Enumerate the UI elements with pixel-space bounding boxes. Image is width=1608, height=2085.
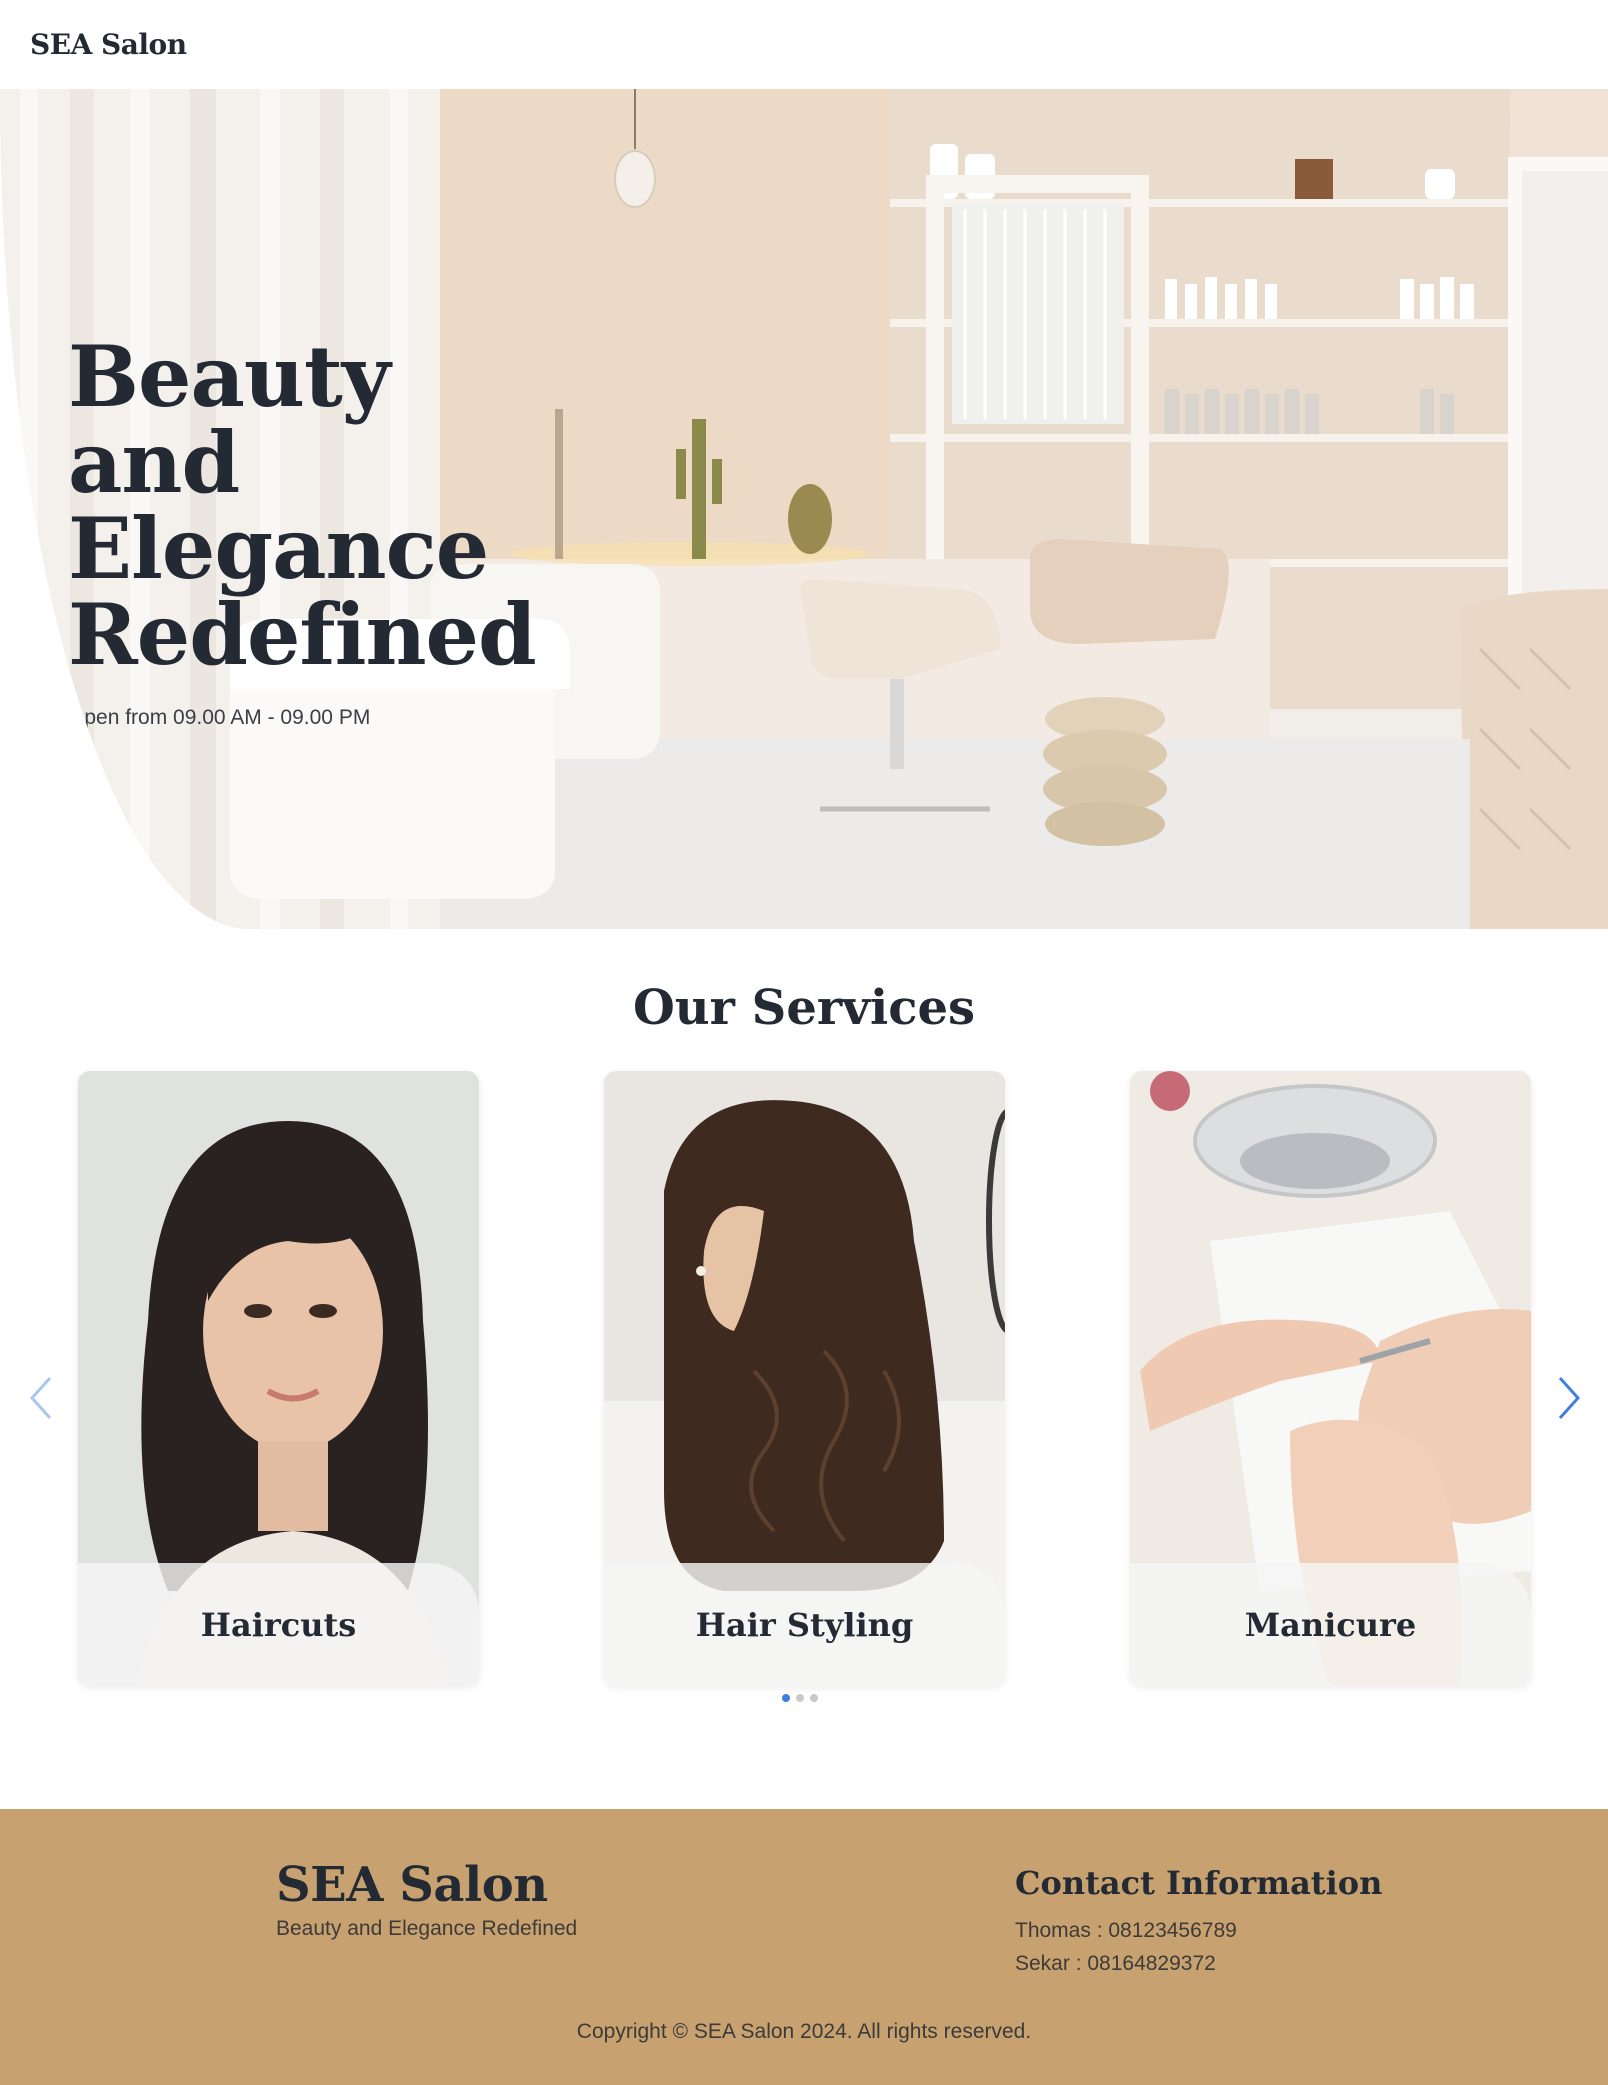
carousel-next-button[interactable]: [1548, 1370, 1588, 1426]
hero-title-line: Redefined: [68, 585, 537, 684]
service-card-label: Manicure: [1130, 1563, 1531, 1686]
chevron-right-icon: [1558, 1376, 1581, 1420]
pagination-dot[interactable]: [782, 1694, 790, 1702]
copyright: Copyright © SEA Salon 2024. All rights r…: [576, 2020, 1032, 2043]
pagination-dot[interactable]: [796, 1694, 804, 1702]
chevron-left-icon: [29, 1376, 52, 1420]
site-footer: SEA Salon Beauty and Elegance Redefined …: [0, 1809, 1608, 2085]
hero-title-line: Elegance: [68, 499, 489, 598]
hero-section: Beauty and Elegance Redefined Open from …: [0, 89, 1608, 929]
carousel-pagination: [782, 1694, 818, 1702]
hero-text-block: Beauty and Elegance Redefined Open from …: [68, 334, 588, 730]
site-header: SEA Salon: [0, 0, 1608, 89]
service-card-manicure[interactable]: Manicure: [1130, 1071, 1531, 1686]
header-brand[interactable]: SEA Salon: [30, 28, 187, 61]
contact-title: Contact Information: [1015, 1864, 1383, 1902]
contact-list: Thomas : 08123456789 Sekar : 08164829372: [1015, 1914, 1237, 1980]
pagination-dot[interactable]: [810, 1694, 818, 1702]
opening-hours: Open from 09.00 AM - 09.00 PM: [68, 706, 371, 729]
service-card-label: Haircuts: [78, 1563, 479, 1686]
hero-title: Beauty and Elegance Redefined: [68, 334, 588, 678]
service-card-label: Hair Styling: [604, 1563, 1005, 1686]
service-card-hair-styling[interactable]: Hair Styling: [604, 1071, 1005, 1686]
hero-title-line: Beauty and: [68, 327, 391, 512]
footer-tagline: Beauty and Elegance Redefined: [276, 1917, 578, 1940]
contact-entry: Sekar : 08164829372: [1015, 1952, 1216, 1975]
service-card-haircuts[interactable]: Haircuts: [78, 1071, 479, 1686]
services-title: Our Services: [632, 980, 976, 1036]
carousel-prev-button[interactable]: [22, 1370, 62, 1426]
contact-entry: Thomas : 08123456789: [1015, 1919, 1237, 1942]
footer-brand: SEA Salon: [276, 1857, 548, 1913]
